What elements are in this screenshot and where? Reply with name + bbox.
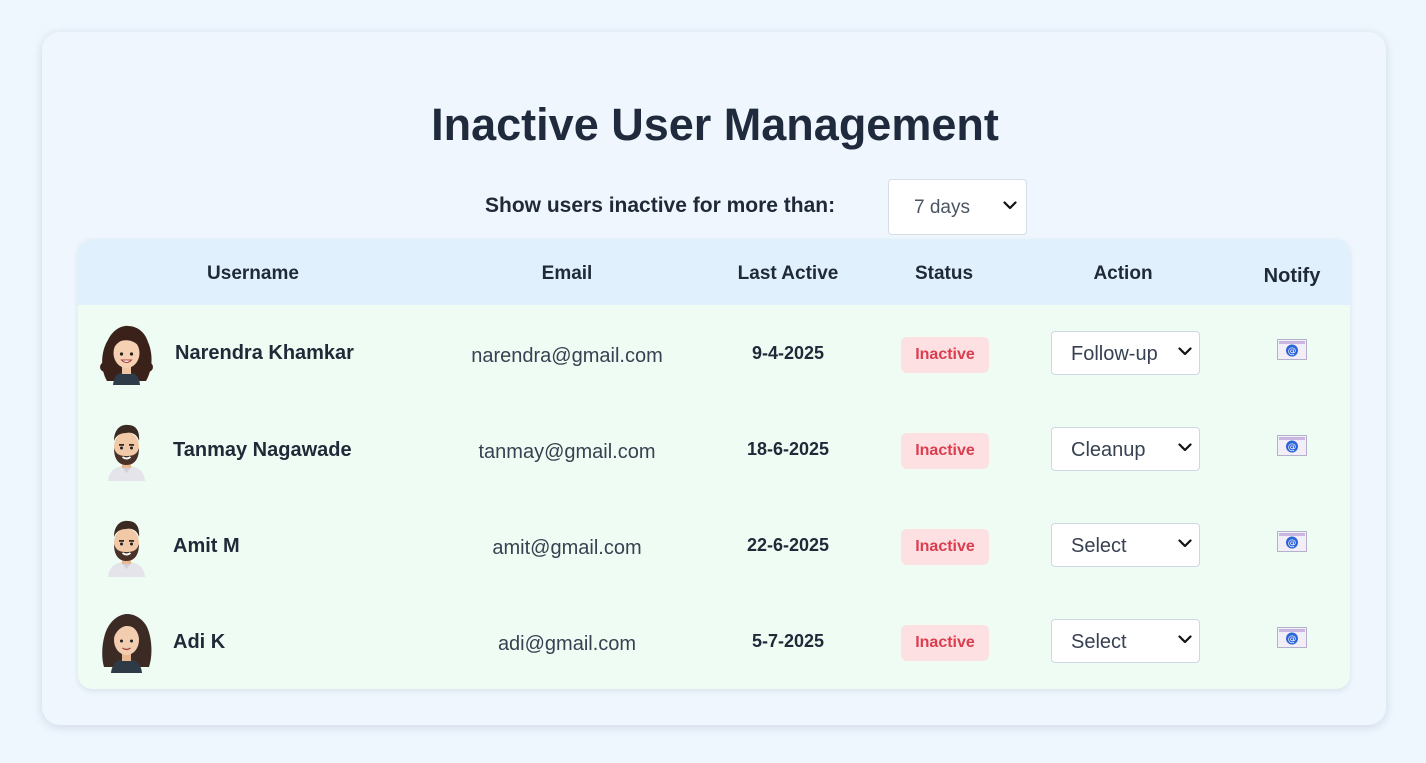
svg-text:@: @	[1288, 634, 1297, 644]
email: adi@gmail.com	[497, 633, 637, 655]
status-badge: Inactive	[901, 337, 989, 373]
avatar-woman-curly-hair	[100, 325, 153, 385]
email-notify-icon[interactable]: @	[1277, 531, 1307, 552]
username: Tanmay Nagawade	[173, 439, 352, 461]
action-select[interactable]: Follow-up	[1051, 331, 1200, 375]
table-row: Narendra Khamkar narendra@gmail.com 9-4-…	[78, 306, 1350, 402]
svg-text:@: @	[1288, 346, 1297, 356]
last-active-date: 9-4-2025	[751, 343, 825, 363]
chevron-down-icon	[1178, 443, 1192, 452]
last-active-date: 18-6-2025	[746, 439, 830, 459]
action-select[interactable]: Cleanup	[1051, 427, 1200, 471]
avatar-woman-long-hair	[102, 614, 152, 673]
chevron-down-icon	[1178, 347, 1192, 356]
username: Amit M	[173, 535, 240, 557]
table-row: Adi K adi@gmail.com 5-7-2025 Inactive Se…	[78, 594, 1350, 689]
chevron-down-icon	[1003, 201, 1017, 210]
status-badge: Inactive	[901, 529, 989, 565]
chevron-down-icon	[1178, 539, 1192, 548]
chevron-down-icon	[1178, 635, 1192, 644]
table-row: Amit M amit@gmail.com 22-6-2025 Inactive…	[78, 498, 1350, 594]
email-notify-icon[interactable]: @	[1277, 339, 1307, 360]
inactivity-filter-label: Show users inactive for more than:	[485, 194, 836, 217]
column-header-username: Username	[207, 263, 299, 284]
svg-text:@: @	[1288, 538, 1297, 548]
table-row: Tanmay Nagawade tanmay@gmail.com 18-6-20…	[78, 402, 1350, 498]
action-select[interactable]: Select	[1051, 619, 1200, 663]
status-badge: Inactive	[901, 625, 989, 661]
avatar-man-beard	[108, 424, 145, 481]
username: Adi K	[173, 631, 226, 653]
column-header-action: Action	[1093, 263, 1153, 284]
column-header-email: Email	[541, 263, 593, 284]
inactive-users-table: Username Email Last Active Status Action…	[78, 239, 1350, 689]
page-title: Inactive User Management	[431, 99, 999, 150]
email: amit@gmail.com	[492, 537, 642, 559]
email-notify-icon[interactable]: @	[1277, 435, 1307, 456]
email: tanmay@gmail.com	[478, 441, 656, 463]
last-active-date: 5-7-2025	[751, 631, 825, 651]
column-header-status: Status	[914, 263, 974, 284]
action-select-value: Select	[1071, 535, 1127, 557]
inactivity-period-value: 7 days	[914, 197, 970, 218]
status-badge: Inactive	[901, 433, 989, 469]
email-notify-icon[interactable]: @	[1277, 627, 1307, 648]
svg-text:@: @	[1288, 442, 1297, 452]
action-select-value: Follow-up	[1071, 343, 1158, 365]
action-select[interactable]: Select	[1051, 523, 1200, 567]
username: Narendra Khamkar	[175, 342, 354, 364]
column-header-last-active: Last Active	[737, 263, 839, 284]
column-header-notify: Notify	[1263, 265, 1321, 287]
action-select-value: Cleanup	[1071, 439, 1146, 461]
inactivity-period-select[interactable]: 7 days	[888, 179, 1027, 235]
action-select-value: Select	[1071, 631, 1127, 653]
avatar-man-beard	[108, 520, 145, 577]
last-active-date: 22-6-2025	[746, 535, 830, 555]
table-header: Username Email Last Active Status Action…	[78, 239, 1350, 305]
email: narendra@gmail.com	[471, 345, 663, 367]
